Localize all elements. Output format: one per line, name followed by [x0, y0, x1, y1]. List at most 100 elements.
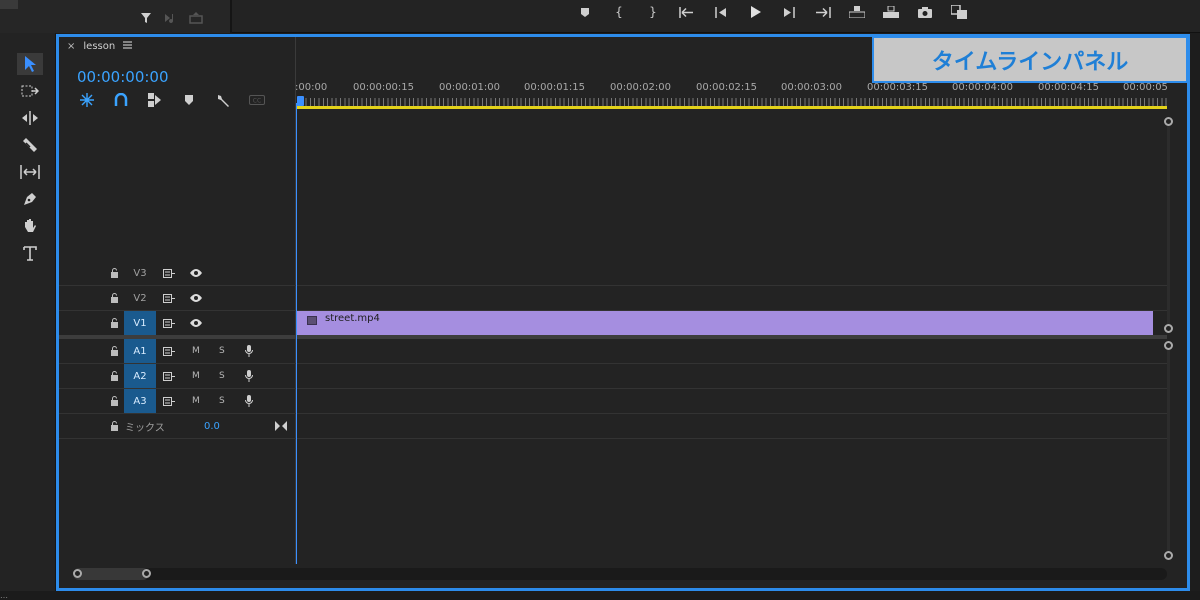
track-name-v2[interactable]: V2 — [124, 286, 156, 310]
hand-icon[interactable] — [17, 215, 43, 237]
video-scroll-track[interactable] — [1167, 123, 1170, 329]
lock-icon[interactable] — [110, 339, 119, 363]
microphone-icon[interactable] — [245, 364, 253, 388]
ruler-label: 00:00:04:00 — [952, 82, 1014, 93]
jump-to-edit-icon[interactable] — [275, 414, 287, 438]
track-select-forward-icon[interactable] — [17, 80, 43, 102]
slip-icon[interactable] — [17, 161, 43, 183]
track-name-a3[interactable]: A3 — [124, 389, 156, 413]
horizontal-zoom-scrollbar[interactable] — [73, 568, 1167, 580]
solo-button[interactable]: S — [219, 364, 225, 388]
work-area-bar[interactable] — [297, 106, 1167, 109]
filter-icon[interactable] — [138, 11, 154, 25]
razor-icon[interactable] — [17, 134, 43, 156]
lock-icon[interactable] — [110, 364, 119, 388]
go-to-in-icon[interactable] — [675, 3, 699, 21]
export-frame-icon[interactable] — [913, 3, 937, 21]
snap-icon[interactable] — [113, 92, 129, 108]
mix-label: ミックス — [125, 422, 165, 434]
sync-lock-icon[interactable] — [163, 389, 175, 413]
ruler-label: 00:00:05 — [1123, 82, 1168, 93]
program-transport-controls: { } — [573, 3, 971, 21]
pen-icon[interactable] — [17, 188, 43, 210]
track-name-a1[interactable]: A1 — [124, 339, 156, 363]
export-icon[interactable] — [188, 11, 204, 25]
ruler-label: 00:00:02:00 — [610, 82, 672, 93]
add-marker-icon[interactable] — [181, 92, 197, 108]
mix-volume-value[interactable]: 0.0 — [204, 414, 220, 438]
sync-lock-icon[interactable] — [163, 261, 175, 285]
captions-icon[interactable]: CC — [249, 92, 265, 108]
microphone-icon[interactable] — [245, 389, 253, 413]
microphone-icon[interactable] — [245, 339, 253, 363]
play-icon[interactable] — [743, 3, 767, 21]
vertical-zoom-scrollbar[interactable] — [1164, 117, 1176, 560]
linked-selection-icon[interactable] — [147, 92, 163, 108]
selection-tool-icon[interactable] — [17, 53, 43, 75]
comparison-view-icon[interactable] — [947, 3, 971, 21]
sync-lock-icon[interactable] — [163, 286, 175, 310]
scroll-handle[interactable] — [1164, 117, 1173, 126]
step-forward-icon[interactable] — [777, 3, 801, 21]
scroll-handle[interactable] — [1164, 324, 1173, 333]
fx-badge-icon — [307, 316, 317, 325]
mute-button[interactable]: M — [192, 364, 200, 388]
wrench-icon[interactable] — [215, 92, 231, 108]
extract-icon[interactable] — [879, 3, 903, 21]
track-name-v1[interactable]: V1 — [124, 311, 156, 335]
eye-icon[interactable] — [190, 261, 202, 285]
ruler-ticks — [297, 98, 1167, 106]
top-panel-strip: { } — [0, 0, 1200, 33]
clip-name: street.mp4 — [325, 313, 380, 324]
mute-button[interactable]: M — [192, 389, 200, 413]
tools-panel — [0, 33, 56, 600]
nest-sequence-icon[interactable] — [79, 92, 95, 108]
lock-icon[interactable] — [110, 286, 119, 310]
scroll-handle[interactable] — [1164, 551, 1173, 560]
ruler-label: 00:00:04:15 — [1038, 82, 1100, 93]
playhead-handle[interactable] — [297, 96, 304, 106]
mark-in-icon[interactable]: { — [607, 3, 631, 21]
ruler-label: 00:00:01:15 — [524, 82, 586, 93]
solo-button[interactable]: S — [219, 339, 225, 363]
ripple-edit-icon[interactable] — [17, 107, 43, 129]
status-footer: … — [0, 591, 1200, 600]
panel-menu-icon[interactable] — [123, 41, 133, 52]
sequence-tab-label[interactable]: lesson — [83, 41, 115, 52]
sync-lock-icon[interactable] — [163, 364, 175, 388]
lift-icon[interactable] — [845, 3, 869, 21]
type-icon[interactable] — [17, 242, 43, 264]
audio-scroll-track[interactable] — [1167, 347, 1170, 552]
lock-icon[interactable] — [110, 311, 119, 335]
playhead-line[interactable] — [296, 103, 297, 564]
sequence-tab[interactable]: × lesson — [67, 41, 133, 52]
video-clip[interactable]: street.mp4 — [297, 311, 1153, 335]
eye-icon[interactable] — [190, 311, 202, 335]
lock-icon[interactable] — [110, 261, 119, 285]
step-back-icon[interactable] — [709, 3, 733, 21]
sync-lock-icon[interactable] — [163, 339, 175, 363]
track-name-a2[interactable]: A2 — [124, 364, 156, 388]
add-marker-icon[interactable] — [573, 3, 597, 21]
time-ruler[interactable]: :00:00 00:00:00:15 00:00:01:00 00:00:01:… — [295, 80, 1168, 110]
scroll-thumb[interactable] — [73, 568, 149, 580]
play-audio-icon[interactable] — [163, 11, 179, 25]
source-panel-controls — [0, 0, 232, 33]
timeline-panel: × lesson 00:00:00:00 CC :00:00 00:00:00:… — [59, 37, 1187, 588]
mark-out-icon[interactable]: } — [641, 3, 665, 21]
mute-button[interactable]: M — [192, 339, 200, 363]
eye-icon[interactable] — [190, 286, 202, 310]
ruler-label: 00:00:01:00 — [439, 82, 501, 93]
sync-lock-icon[interactable] — [163, 311, 175, 335]
solo-button[interactable]: S — [219, 389, 225, 413]
ruler-label: 00:00:00:15 — [353, 82, 415, 93]
lock-icon[interactable] — [110, 414, 119, 438]
track-name-v3[interactable]: V3 — [124, 261, 156, 285]
playhead-timecode[interactable]: 00:00:00:00 — [77, 68, 169, 86]
scroll-handle[interactable] — [142, 569, 151, 578]
lock-icon[interactable] — [110, 389, 119, 413]
scroll-handle[interactable] — [1164, 341, 1173, 350]
close-icon[interactable]: × — [67, 41, 75, 52]
scroll-handle[interactable] — [73, 569, 82, 578]
go-to-out-icon[interactable] — [811, 3, 835, 21]
